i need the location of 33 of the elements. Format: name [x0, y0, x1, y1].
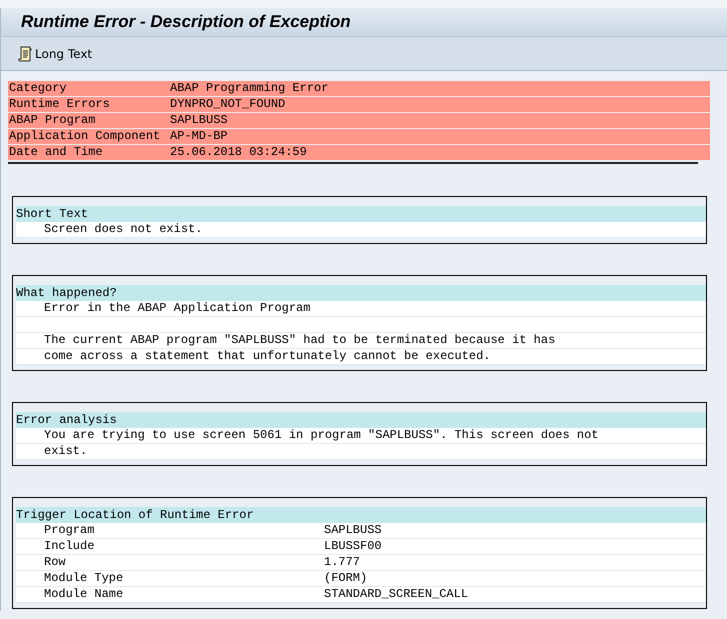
- detail-value: SAPLBUSS: [324, 523, 382, 538]
- section-title: Error analysis: [16, 413, 117, 427]
- header-label: Runtime Errors: [9, 97, 111, 112]
- header-label: ABAP Program: [9, 113, 96, 128]
- detail-value: (FORM): [324, 571, 368, 586]
- detail-value: 1.777: [324, 555, 360, 570]
- header-label: Application Component: [9, 129, 162, 144]
- line-text: You are trying to use screen 5061 in program "SAPLBUSS". This screen does not: [44, 428, 598, 443]
- header-label: Category: [9, 81, 68, 96]
- detail-label: Module Name: [44, 587, 124, 602]
- header-label: Date and Time: [9, 145, 104, 160]
- detail-label: Module Type: [44, 571, 124, 586]
- header-value: AP-MD-BP: [170, 129, 228, 144]
- detail-value: STANDARD_SCREEN_CALL: [324, 587, 468, 602]
- window-title: Runtime Error - Description of Exception: [21, 12, 351, 32]
- long-text-button[interactable]: Long Text: [15, 44, 96, 64]
- line-text: The current ABAP program "SAPLBUSS" had to be terminated because it has: [44, 333, 556, 348]
- line-text: Screen does not exist.: [44, 222, 202, 237]
- detail-label: Include: [44, 539, 96, 554]
- line-text: come across a statement that unfortunately cannot be executed.: [44, 349, 490, 364]
- section-title: What happened?: [16, 286, 117, 300]
- detail-label: Program: [44, 523, 96, 538]
- header-value: DYNPRO_NOT_FOUND: [170, 97, 286, 112]
- line-text: exist.: [44, 444, 88, 459]
- header-value: 25.06.2018 03:24:59: [170, 145, 307, 160]
- section-title: Trigger Location of Runtime Error: [16, 508, 254, 522]
- section-title: Short Text: [16, 207, 88, 221]
- detail-label: Row: [44, 555, 67, 570]
- header-value: ABAP Programming Error: [170, 81, 328, 96]
- scroll-icon: [18, 46, 32, 62]
- line-text: Error in the ABAP Application Program: [44, 301, 310, 316]
- header-value: SAPLBUSS: [170, 113, 228, 128]
- detail-value: LBUSSF00: [324, 539, 382, 554]
